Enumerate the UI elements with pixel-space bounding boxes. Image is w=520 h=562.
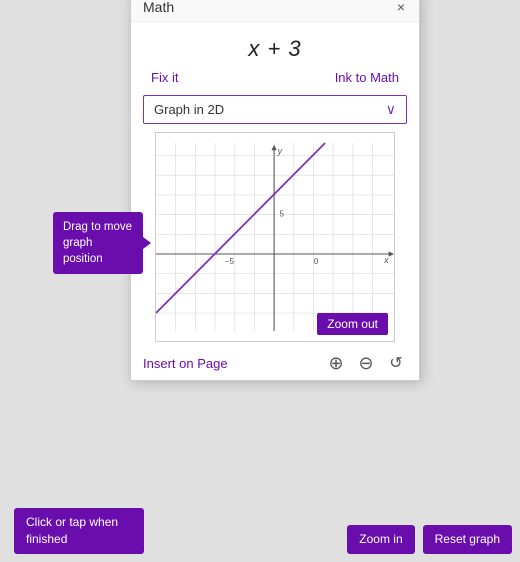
graph-area[interactable]: x y −5 0 5 (155, 132, 395, 342)
bottom-right-tooltips: Zoom in Reset graph (347, 525, 512, 554)
chevron-down-icon: ∨ (386, 101, 396, 118)
graph-controls: ⊕ ⊖ ↺ (325, 352, 407, 374)
bottom-tooltips-row: Click or tap when finished Zoom in Reset… (0, 508, 520, 554)
svg-text:−5: −5 (225, 257, 235, 266)
svg-text:0: 0 (314, 257, 319, 266)
full-container: Math × x + 3 Fix it Ink to Math Graph in… (0, 0, 520, 562)
drag-tooltip: Drag to move graph position (53, 212, 143, 274)
panel-header: Math × (131, 0, 419, 22)
reset-graph-tooltip-box: Reset graph (423, 525, 512, 554)
graph-type-row: Graph in 2D ∨ (131, 95, 419, 132)
svg-text:x: x (383, 255, 389, 265)
graph-svg: x y −5 0 5 (156, 133, 394, 341)
click-when-finished-tooltip: Click or tap when finished (14, 508, 144, 554)
reset-graph-icon[interactable]: ↺ (385, 352, 407, 374)
graph-dropdown[interactable]: Graph in 2D ∨ (143, 95, 407, 124)
math-formula: x + 3 (248, 36, 301, 61)
graph-dropdown-label: Graph in 2D (154, 102, 386, 117)
zoom-out-icon[interactable]: ⊖ (355, 352, 377, 374)
zoom-in-icon[interactable]: ⊕ (325, 352, 347, 374)
panel-title: Math (143, 0, 174, 15)
ink-to-math-link[interactable]: Ink to Math (335, 70, 399, 85)
svg-text:y: y (277, 146, 283, 156)
bottom-bar: Insert on Page ⊕ ⊖ ↺ (131, 346, 419, 380)
drag-tooltip-text: Drag to move graph position (63, 221, 132, 265)
close-button[interactable]: × (395, 0, 407, 14)
insert-on-page-link[interactable]: Insert on Page (143, 356, 228, 371)
zoom-in-tooltip-box: Zoom in (347, 525, 414, 554)
graph-container-wrapper: x y −5 0 5 (131, 132, 419, 346)
fix-it-link[interactable]: Fix it (151, 70, 178, 85)
math-panel: Math × x + 3 Fix it Ink to Math Graph in… (100, 0, 390, 371)
svg-text:5: 5 (279, 209, 284, 218)
click-when-finished-text: Click or tap when finished (26, 515, 118, 546)
math-expression: x + 3 (131, 22, 419, 70)
math-actions: Fix it Ink to Math (131, 70, 419, 95)
panel-body: Math × x + 3 Fix it Ink to Math Graph in… (130, 0, 420, 381)
